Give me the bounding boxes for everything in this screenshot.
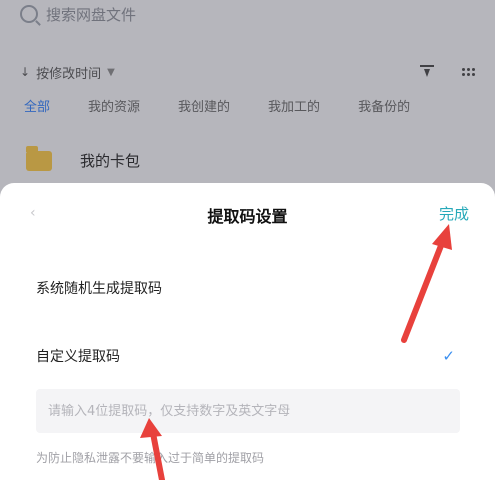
extraction-code-input[interactable] xyxy=(36,389,460,433)
option-random-code[interactable]: 系统随机生成提取码 xyxy=(36,278,162,298)
check-icon: ✓ xyxy=(442,347,455,365)
page-title: 提取码设置 xyxy=(207,207,288,226)
extraction-code-sheet: ‹ 提取码设置 完成 系统随机生成提取码 自定义提取码 ✓ 为防止隐私泄露不要输… xyxy=(0,183,495,480)
option-custom-code[interactable]: 自定义提取码 xyxy=(36,346,120,366)
input-hint: 为防止隐私泄露不要输入过于简单的提取码 xyxy=(36,451,265,465)
done-button[interactable]: 完成 xyxy=(439,203,469,224)
